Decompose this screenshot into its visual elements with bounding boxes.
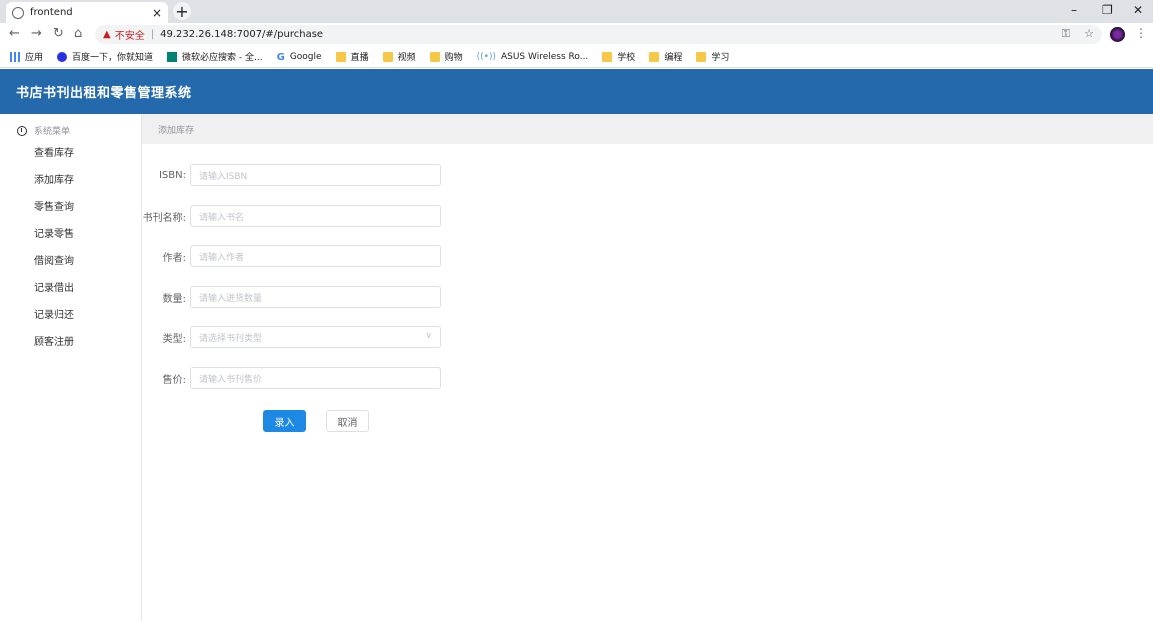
asus-icon: ((•)) xyxy=(476,51,496,62)
submit-button[interactable]: 录入 xyxy=(263,410,306,432)
profile-avatar[interactable] xyxy=(1110,27,1125,42)
bookmark-folder[interactable]: 购物 xyxy=(429,50,463,63)
bookmark-folder[interactable]: 学校 xyxy=(602,50,635,63)
book-title-label: 书刊名称: xyxy=(142,212,186,224)
reload-icon[interactable]: ↻ xyxy=(53,26,64,41)
bookmark-label: 视频 xyxy=(397,53,416,63)
baidu-icon xyxy=(57,51,68,62)
browser-menu-icon[interactable]: ⋮ xyxy=(1135,26,1147,40)
sidebar-item-record-retail[interactable]: 记录零售 xyxy=(34,225,74,240)
bookmark-label: 学习 xyxy=(711,53,730,63)
folder-icon xyxy=(335,51,346,62)
bookmark-label: 百度一下，你就知道 xyxy=(72,53,154,63)
menu-group-header[interactable]: 系统菜单 xyxy=(17,124,70,137)
bookmark-folder[interactable]: 视频 xyxy=(382,50,416,63)
sidebar-item-view-inventory[interactable]: 查看库存 xyxy=(34,144,74,159)
bookmark-label: 编程 xyxy=(664,53,683,63)
isbn-input[interactable]: 请输入ISBN xyxy=(190,164,441,186)
sidebar-item-record-lend[interactable]: 记录借出 xyxy=(34,279,74,294)
app-header: 书店书刊出租和零售管理系统 xyxy=(0,69,1153,114)
bookmark-label: 购物 xyxy=(444,53,463,63)
bing-icon xyxy=(167,51,178,62)
omnibox-actions: ⚿ ☆ xyxy=(1062,27,1094,41)
browser-titlebar: frontend × + – ❐ ✕ xyxy=(0,0,1153,23)
book-title-input[interactable]: 请输入书名 xyxy=(190,205,441,227)
tab-title: frontend xyxy=(30,7,73,18)
bookmark-label: 学校 xyxy=(617,53,636,63)
warning-icon: ▲ xyxy=(103,29,111,40)
main-content: 添加库存 ISBN: 请输入ISBN 书刊名称: 请输入书名 作者: 请输入作者… xyxy=(142,114,1153,621)
home-icon[interactable]: ⌂ xyxy=(74,26,82,41)
bookmark-bing[interactable]: 微软必应搜索 - 全... xyxy=(167,50,263,63)
globe-icon xyxy=(12,6,24,19)
bookmark-label: ASUS Wireless Ro... xyxy=(500,51,589,62)
bookmark-apps[interactable]: 应用 xyxy=(10,50,43,63)
browser-tab[interactable]: frontend × xyxy=(6,2,168,23)
google-icon: G xyxy=(276,51,285,63)
bookmark-label: Google xyxy=(289,51,322,62)
bookmark-folder[interactable]: 直播 xyxy=(335,50,369,63)
folder-icon xyxy=(649,51,660,62)
breadcrumb: 添加库存 xyxy=(158,125,195,136)
sidebar-item-retail-query[interactable]: 零售查询 xyxy=(34,198,74,213)
folder-icon xyxy=(602,51,613,62)
bookmark-baidu[interactable]: 百度一下，你就知道 xyxy=(57,50,153,63)
bookmarks-bar: 应用 百度一下，你就知道 微软必应搜索 - 全... G Google 直播 视频… xyxy=(0,46,1153,68)
bookmark-label: 微软必应搜索 - 全... xyxy=(182,53,263,63)
new-tab-button[interactable]: + xyxy=(173,2,191,21)
price-label: 售价: xyxy=(162,374,186,386)
type-select[interactable]: 请选择书刊类型 ∨ xyxy=(190,326,441,348)
star-icon[interactable]: ☆ xyxy=(1084,27,1094,40)
quantity-label: 数量: xyxy=(162,293,186,305)
folder-icon xyxy=(429,51,440,62)
browser-toolbar: ← → ↻ ⌂ ▲ 不安全 | 49.232.26.148:7007/#/pur… xyxy=(0,23,1153,46)
form-row-author: 作者: 请输入作者 xyxy=(142,245,441,267)
form-row-type: 类型: 请选择书刊类型 ∨ xyxy=(142,326,441,348)
forward-icon[interactable]: → xyxy=(31,26,42,41)
bookmark-label: 直播 xyxy=(350,53,369,63)
sidebar-item-add-inventory[interactable]: 添加库存 xyxy=(34,171,74,186)
bookmark-google[interactable]: G Google xyxy=(276,51,322,63)
sidebar-item-borrow-query[interactable]: 借阅查询 xyxy=(34,252,74,267)
bookmark-folder[interactable]: 编程 xyxy=(649,50,682,63)
price-input[interactable]: 请输入书刊售价 xyxy=(190,367,441,389)
minimize-icon[interactable]: – xyxy=(1071,3,1077,17)
form-row-title: 书刊名称: 请输入书名 xyxy=(142,205,441,227)
security-label: 不安全 xyxy=(114,31,145,42)
sidebar-item-record-return[interactable]: 记录归还 xyxy=(34,306,74,321)
isbn-label: ISBN: xyxy=(158,169,186,181)
close-window-icon[interactable]: ✕ xyxy=(1133,3,1143,17)
apps-icon xyxy=(10,51,20,62)
quantity-input[interactable]: 请输入进货数量 xyxy=(190,286,441,308)
author-input[interactable]: 请输入作者 xyxy=(190,245,441,267)
cancel-button[interactable]: 取消 xyxy=(326,410,369,432)
sidebar: 系统菜单 查看库存 添加库存 零售查询 记录零售 借阅查询 记录借出 记录归还 … xyxy=(0,114,142,621)
form-row-price: 售价: 请输入书刊售价 xyxy=(142,367,441,389)
url-separator: | xyxy=(150,29,155,40)
back-icon[interactable]: ← xyxy=(9,26,20,41)
chevron-down-icon: ∨ xyxy=(425,331,432,341)
breadcrumb-bar: 添加库存 xyxy=(142,114,1153,144)
folder-icon xyxy=(696,51,707,62)
address-bar[interactable]: ▲ 不安全 | 49.232.26.148:7007/#/purchase ⚿ … xyxy=(95,25,1102,44)
app-title: 书店书刊出租和零售管理系统 xyxy=(16,86,192,101)
restore-icon[interactable]: ❐ xyxy=(1102,3,1113,17)
form-row-quantity: 数量: 请输入进货数量 xyxy=(142,286,441,308)
form-row-isbn: ISBN: 请输入ISBN xyxy=(142,164,441,186)
bookmark-label: 应用 xyxy=(25,53,44,63)
clock-icon xyxy=(17,125,27,136)
key-icon[interactable]: ⚿ xyxy=(1062,27,1070,40)
tab-close-button[interactable]: × xyxy=(152,6,162,20)
folder-icon xyxy=(382,51,393,62)
bookmark-folder[interactable]: 学习 xyxy=(696,50,729,63)
type-select-placeholder: 请选择书刊类型 xyxy=(199,333,263,344)
url-text: 49.232.26.148:7007/#/purchase xyxy=(160,29,324,40)
author-label: 作者: xyxy=(162,252,186,264)
sidebar-item-customer-register[interactable]: 顾客注册 xyxy=(34,333,74,348)
bookmark-asus[interactable]: ((•)) ASUS Wireless Ro... xyxy=(477,52,589,62)
menu-group-label: 系统菜单 xyxy=(34,127,71,137)
type-label: 类型: xyxy=(162,333,186,345)
